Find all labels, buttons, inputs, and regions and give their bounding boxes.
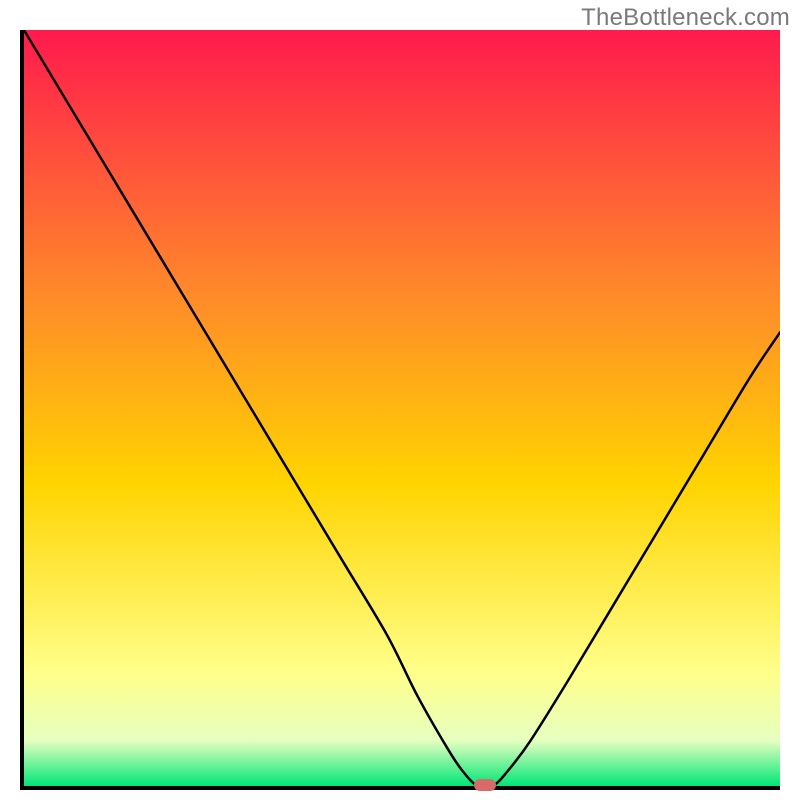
optimal-point-marker <box>474 779 496 791</box>
gradient-background <box>24 30 780 786</box>
bottleneck-chart <box>24 30 780 786</box>
watermark-text: TheBottleneck.com <box>581 4 790 32</box>
chart-container: TheBottleneck.com <box>0 0 800 800</box>
